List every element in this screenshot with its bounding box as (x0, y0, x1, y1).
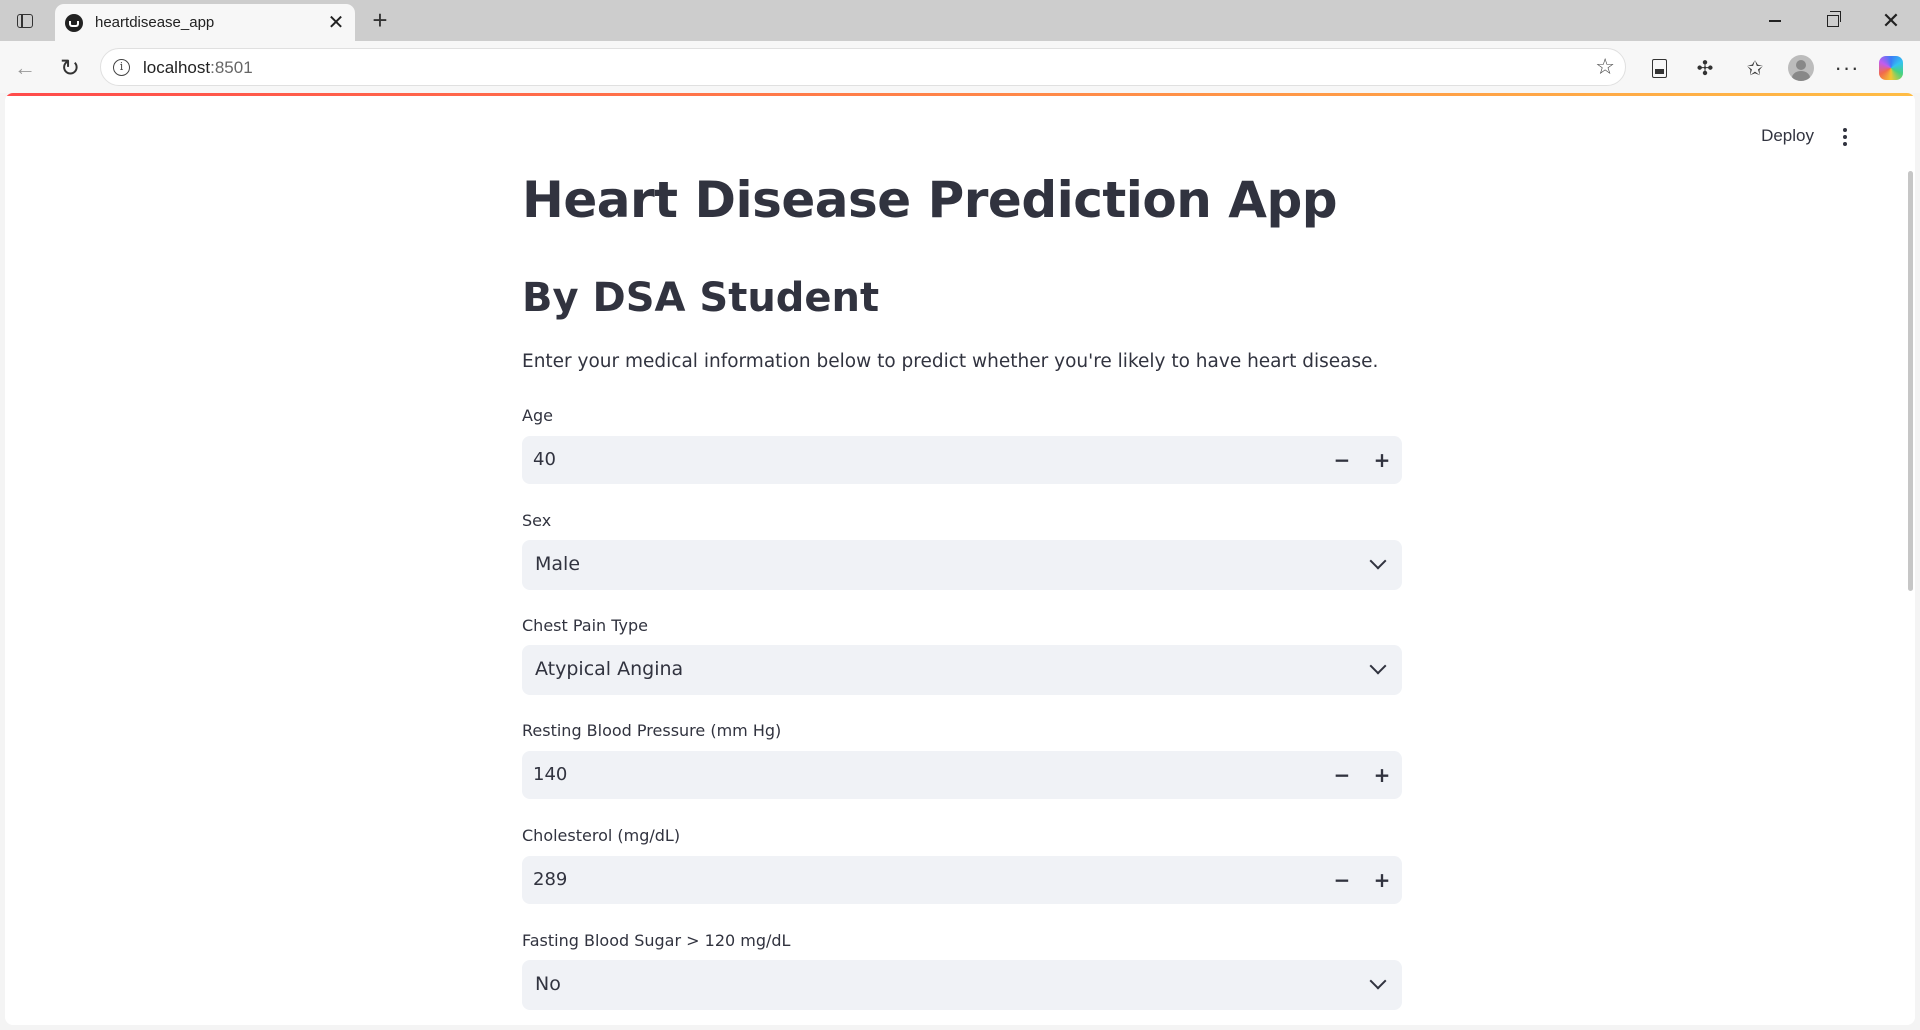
browser-toolbar: ← ↻ i localhost:8501 ☆ ✣ ✩ ··· (0, 41, 1920, 93)
back-arrow-icon[interactable]: ← (9, 52, 41, 84)
reload-icon[interactable]: ↻ (54, 52, 86, 84)
sex-selected-value: Male (535, 553, 581, 575)
restore-button[interactable] (1808, 4, 1858, 38)
fasting-bs-selected-value: No (535, 973, 561, 995)
resting-bp-decrement-button[interactable]: − (1322, 751, 1362, 799)
age-decrement-button[interactable]: − (1322, 436, 1362, 484)
url-text: localhost:8501 (143, 58, 253, 78)
age-label: Age (522, 406, 553, 425)
close-window-button[interactable]: ✕ (1866, 4, 1916, 38)
page-scrollbar[interactable] (1908, 171, 1913, 591)
fasting-bs-label: Fasting Blood Sugar > 120 mg/dL (522, 931, 791, 950)
tab-close-icon[interactable]: ✕ (325, 12, 347, 34)
chest-pain-select[interactable]: Atypical Angina (522, 645, 1402, 695)
url-port: :8501 (210, 58, 253, 77)
app-header: Deploy (5, 96, 1915, 152)
tab-title: heartdisease_app (95, 14, 215, 31)
tab-heartdisease-app[interactable]: heartdisease_app ✕ (55, 4, 355, 41)
age-value[interactable]: 40 (533, 449, 556, 470)
sex-select[interactable]: Male (522, 540, 1402, 590)
favorites-icon[interactable]: ✩ (1740, 54, 1770, 82)
sex-label: Sex (522, 511, 552, 530)
reading-view-icon[interactable] (1644, 54, 1674, 82)
resting-bp-number-input[interactable]: 140 − + (522, 751, 1402, 799)
favorite-star-icon[interactable]: ☆ (1595, 54, 1615, 80)
page-subtitle: By DSA Student (522, 275, 880, 321)
chest-pain-selected-value: Atypical Angina (535, 658, 684, 680)
tab-strip: heartdisease_app ✕ + ✕ (0, 0, 1920, 41)
chevron-down-icon (1369, 972, 1387, 990)
minimize-button[interactable] (1750, 4, 1800, 38)
profile-avatar-icon[interactable] (1786, 54, 1816, 82)
main-menu-kebab-icon[interactable] (1833, 125, 1857, 149)
cholesterol-value[interactable]: 289 (533, 869, 567, 890)
chevron-down-icon (1369, 657, 1387, 675)
intro-text: Enter your medical information below to … (522, 351, 1379, 372)
sidebar-toggle-icon[interactable] (10, 8, 40, 34)
new-tab-button[interactable]: + (365, 6, 395, 36)
site-info-icon[interactable]: i (113, 59, 130, 76)
streamlit-favicon-icon (65, 14, 83, 32)
extensions-icon[interactable]: ✣ (1690, 54, 1720, 82)
cholesterol-label: Cholesterol (mg/dL) (522, 826, 681, 845)
resting-bp-label: Resting Blood Pressure (mm Hg) (522, 721, 782, 740)
copilot-icon[interactable] (1876, 54, 1906, 82)
chevron-down-icon (1369, 552, 1387, 570)
age-increment-button[interactable]: + (1362, 436, 1402, 484)
fasting-bs-select[interactable]: No (522, 960, 1402, 1010)
url-host: localhost (143, 58, 211, 77)
cholesterol-number-input[interactable]: 289 − + (522, 856, 1402, 904)
cholesterol-increment-button[interactable]: + (1362, 856, 1402, 904)
more-options-icon[interactable]: ··· (1832, 54, 1862, 82)
page-title: Heart Disease Prediction App (522, 171, 1338, 229)
browser-window: heartdisease_app ✕ + ✕ ← ↻ i localhost:8… (0, 0, 1920, 1030)
age-number-input[interactable]: 40 − + (522, 436, 1402, 484)
deploy-button[interactable]: Deploy (1761, 126, 1814, 146)
page-viewport: Deploy Heart Disease Prediction App By D… (5, 93, 1915, 1025)
resting-bp-increment-button[interactable]: + (1362, 751, 1402, 799)
address-bar[interactable]: i localhost:8501 ☆ (100, 48, 1626, 86)
cholesterol-decrement-button[interactable]: − (1322, 856, 1362, 904)
resting-bp-value[interactable]: 140 (533, 764, 567, 785)
chest-pain-label: Chest Pain Type (522, 616, 649, 635)
